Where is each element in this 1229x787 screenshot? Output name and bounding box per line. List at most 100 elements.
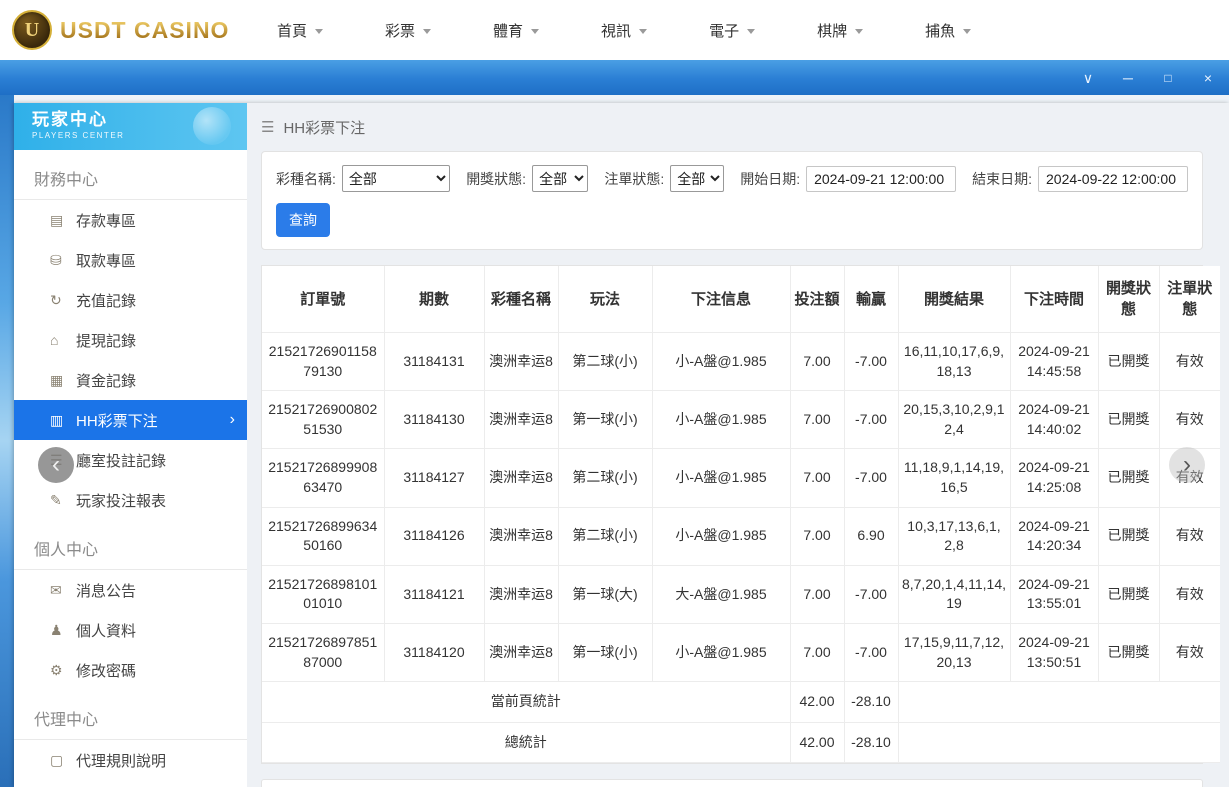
cell-period: 31184127 bbox=[383, 448, 485, 508]
lottery-name-select[interactable]: 全部 bbox=[341, 165, 451, 192]
order-status-select[interactable]: 全部 bbox=[670, 165, 725, 192]
cell-play: 第二球(小) bbox=[557, 448, 653, 508]
sidebar-item-profile[interactable]: ♟ 個人資料 bbox=[14, 610, 247, 650]
sidebar-item-change-password[interactable]: ⚙ 修改密碼 bbox=[14, 650, 247, 690]
cell-play: 第一球(小) bbox=[557, 622, 653, 683]
nav-item-fishing[interactable]: 捕魚 bbox=[925, 20, 972, 41]
cell-draw-status: 已開獎 bbox=[1097, 390, 1160, 450]
sidebar-item-label: 提現記錄 bbox=[76, 332, 137, 350]
summary-label: 當前頁統計 bbox=[262, 681, 791, 723]
carousel-next-button[interactable]: › bbox=[1169, 447, 1205, 483]
bet-table-body: 2152172690115879130 31184131 澳洲幸运8 第二球(小) 小-… bbox=[262, 331, 1220, 764]
start-date-input[interactable] bbox=[806, 165, 957, 192]
desktop-area: 玩家中心 PLAYERS CENTER 財務中心 ▤ 存款專區 ⛁ 取款專區 ↻ 充值記錄 ⌂… bbox=[0, 95, 1229, 787]
cell-result: 11,18,9,1,14,19,16,5 bbox=[897, 448, 1011, 508]
nav-item-slots[interactable]: 電子 bbox=[709, 20, 756, 41]
cell-time: 2024-09-21 14:40:02 bbox=[1009, 390, 1099, 450]
sidebar-item-label: 資金記錄 bbox=[76, 372, 137, 390]
logo-text: USDT CASINO bbox=[60, 16, 230, 43]
cell-order-status: 有效 bbox=[1158, 506, 1220, 566]
sidebar-header: 玩家中心 PLAYERS CENTER bbox=[14, 103, 247, 150]
cell-win-loss: -7.00 bbox=[843, 622, 899, 683]
nav-item-sports[interactable]: 體育 bbox=[493, 20, 540, 41]
cell-bet-info: 小-A盤@1.985 bbox=[651, 622, 791, 683]
draw-status-select[interactable]: 全部 bbox=[532, 165, 589, 192]
sidebar-item-announcements[interactable]: ✉ 消息公告 bbox=[14, 570, 247, 610]
sidebar-item-withdraw-area[interactable]: ⛁ 取款專區 bbox=[14, 240, 247, 280]
nav-item-cards[interactable]: 棋牌 bbox=[817, 20, 864, 41]
nav-item-label: 棋牌 bbox=[817, 22, 848, 40]
cell-result: 10,3,17,13,6,1,2,8 bbox=[897, 506, 1011, 566]
sidebar-section-title-agent: 代理中心 bbox=[14, 690, 247, 740]
cell-order-id: 2152172690115879130 bbox=[262, 331, 385, 392]
cell-draw-status: 已開獎 bbox=[1097, 506, 1160, 566]
page-title: HH彩票下注 bbox=[283, 119, 366, 137]
cell-win-loss: -7.00 bbox=[843, 331, 899, 392]
sidebar-item-label: 消息公告 bbox=[76, 582, 137, 600]
withdrawal-record-icon: ⌂ bbox=[50, 332, 59, 348]
hamburger-menu-icon[interactable]: ☰ bbox=[261, 118, 274, 136]
bet-table-panel: 訂單號 期數 彩種名稱 玩法 下注信息 投注額 輸贏 開獎結果 下注時間 開獎狀態 注單狀態 215… bbox=[261, 265, 1220, 765]
cell-lottery: 澳洲幸运8 bbox=[483, 331, 559, 392]
nav-item-label: 電子 bbox=[709, 22, 740, 40]
cell-time: 2024-09-21 14:25:08 bbox=[1009, 448, 1099, 508]
sidebar-item-deposit-area[interactable]: ▤ 存款專區 bbox=[14, 200, 247, 240]
nav-item-lottery[interactable]: 彩票 bbox=[385, 20, 432, 41]
close-icon[interactable]: × bbox=[1201, 71, 1215, 85]
chevron-down-icon bbox=[531, 28, 540, 34]
chevron-down-icon bbox=[315, 28, 324, 34]
carousel-prev-button[interactable]: ‹ bbox=[38, 447, 74, 483]
cell-order-id: 2152172690080251530 bbox=[262, 390, 385, 450]
summary-empty bbox=[897, 681, 1220, 723]
cell-play: 第一球(小) bbox=[557, 390, 653, 450]
cell-win-loss: -7.00 bbox=[843, 390, 899, 450]
end-date-input[interactable] bbox=[1038, 165, 1188, 192]
sidebar-item-label: 玩家投注報表 bbox=[76, 492, 167, 510]
cell-draw-status: 已開獎 bbox=[1097, 331, 1160, 392]
nav-item-label: 彩票 bbox=[385, 22, 416, 40]
summary-row: 總統計 42.00 -28.10 bbox=[262, 721, 1220, 764]
top-bar: U USDT CASINO 首頁 彩票 體育 視訊 電子 棋牌 捕魚 bbox=[0, 0, 1229, 60]
cell-amount: 7.00 bbox=[789, 448, 845, 508]
nav-item-label: 捕魚 bbox=[925, 22, 956, 40]
cell-time: 2024-09-21 13:50:51 bbox=[1009, 622, 1099, 683]
nav-item-live[interactable]: 視訊 bbox=[601, 20, 648, 41]
sidebar: 玩家中心 PLAYERS CENTER 財務中心 ▤ 存款專區 ⛁ 取款專區 ↻ 充值記錄 ⌂… bbox=[14, 103, 247, 787]
table-row: 2152172689810101010 31184121 澳洲幸运8 第一球(大) 大-… bbox=[262, 564, 1220, 624]
sidebar-item-player-bet-report[interactable]: ✎ 玩家投注報表 bbox=[14, 480, 247, 520]
sidebar-item-label: 個人資料 bbox=[76, 622, 137, 640]
chevron-down-icon bbox=[855, 28, 864, 34]
cell-draw-status: 已開獎 bbox=[1097, 564, 1160, 624]
sidebar-item-label: HH彩票下注 bbox=[76, 412, 158, 430]
player-center-window: 玩家中心 PLAYERS CENTER 財務中心 ▤ 存款專區 ⛁ 取款專區 ↻ 充值記錄 ⌂… bbox=[14, 103, 1229, 787]
chevron-down-icon bbox=[963, 28, 972, 34]
sidebar-item-recharge-records[interactable]: ↻ 充值記錄 bbox=[14, 280, 247, 320]
column-header: 下注信息 bbox=[651, 266, 791, 333]
column-header: 投注額 bbox=[789, 266, 845, 333]
sidebar-item-label: 充值記錄 bbox=[76, 292, 137, 310]
nav-item-home[interactable]: 首頁 bbox=[277, 20, 324, 41]
cell-play: 第二球(小) bbox=[557, 331, 653, 392]
sidebar-item-label: 代理規則說明 bbox=[76, 752, 167, 770]
sidebar-item-hh-lottery-bets[interactable]: ▥ HH彩票下注 › bbox=[14, 400, 247, 440]
cell-result: 20,15,3,10,2,9,12,4 bbox=[897, 390, 1011, 450]
cell-amount: 7.00 bbox=[789, 506, 845, 566]
sidebar-item-funds-records[interactable]: ▦ 資金記錄 bbox=[14, 360, 247, 400]
sidebar-item-withdrawal-records[interactable]: ⌂ 提現記錄 bbox=[14, 320, 247, 360]
sidebar-item-agent-rules[interactable]: ▢ 代理規則說明 bbox=[14, 740, 247, 780]
minimize-icon[interactable]: ─ bbox=[1121, 71, 1135, 85]
column-header: 注單狀態 bbox=[1158, 266, 1220, 333]
sidebar-item-label: 修改密碼 bbox=[76, 662, 137, 680]
cell-play: 第二球(小) bbox=[557, 506, 653, 566]
deposit-icon: ▤ bbox=[50, 211, 64, 228]
site-logo[interactable]: U USDT CASINO bbox=[12, 10, 237, 50]
maximize-icon[interactable]: □ bbox=[1161, 72, 1175, 84]
table-row: 2152172689963450160 31184126 澳洲幸运8 第二球(小) 小-… bbox=[262, 506, 1220, 566]
cell-period: 31184126 bbox=[383, 506, 485, 566]
funds-record-icon: ▦ bbox=[50, 371, 64, 388]
search-button[interactable]: 查詢 bbox=[276, 203, 330, 237]
collapse-icon[interactable]: ∨ bbox=[1081, 71, 1095, 85]
table-row: 2152172690080251530 31184130 澳洲幸运8 第一球(小) 小-… bbox=[262, 390, 1220, 450]
order-status-label: 注單狀態: bbox=[604, 170, 665, 187]
cell-order-status: 有效 bbox=[1158, 622, 1220, 683]
